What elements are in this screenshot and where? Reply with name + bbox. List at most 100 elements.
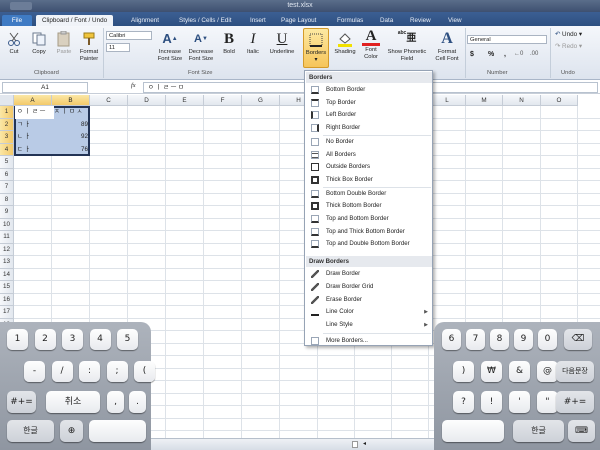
row-header[interactable]: 15 — [0, 281, 14, 294]
menu-item-top-border[interactable]: Top Border — [306, 97, 432, 109]
menu-item-more-borders[interactable]: More Borders... — [306, 335, 432, 347]
key[interactable]: ? — [453, 391, 474, 413]
cell-a1[interactable]: ㅇ ㅣ ㄹ ㅡ — [15, 106, 54, 119]
menu-item-thick-box-border[interactable]: Thick Box Border — [306, 174, 432, 186]
row-header[interactable]: 17 — [0, 306, 14, 319]
show-phonetic-field-button[interactable]: abc 亜 Show Phonetic Field — [384, 30, 430, 62]
undo-button[interactable]: ↶ Undo ▾ — [555, 31, 582, 38]
scroll-handle[interactable] — [352, 441, 358, 448]
key[interactable]: , — [107, 391, 124, 413]
key[interactable]: ! — [481, 391, 502, 413]
cell-b4[interactable]: 76 — [52, 144, 90, 157]
tab-view[interactable]: View — [448, 15, 462, 26]
key-space[interactable] — [442, 420, 504, 442]
key-symbols[interactable]: #+= — [556, 391, 594, 413]
format-cell-font-button[interactable]: A Format Cell Font — [432, 30, 462, 62]
row-header[interactable]: 1 — [0, 106, 14, 119]
menu-item-top-bottom-border[interactable]: Top and Bottom Border — [306, 213, 432, 225]
key[interactable]: 0 — [538, 329, 557, 350]
row-header[interactable]: 13 — [0, 256, 14, 269]
menu-item-line-style[interactable]: Line Style ▶ — [306, 319, 432, 331]
decimal-decrease-icon[interactable]: .00 — [530, 51, 538, 57]
key-language[interactable]: 한글 — [7, 420, 54, 442]
scroll-left-icon[interactable]: ◂ — [363, 440, 366, 447]
cell-b2[interactable]: 89 — [52, 119, 90, 132]
key[interactable]: . — [129, 391, 146, 413]
cell-a2[interactable]: ㄱ ㅏ — [15, 119, 53, 132]
increase-font-size-button[interactable]: A ▲ Increase Font Size — [155, 30, 185, 62]
menu-item-pencil[interactable]: Draw Border — [306, 268, 432, 280]
column-header[interactable]: L — [429, 95, 466, 106]
menu-item-outside-borders[interactable]: Outside Borders — [306, 161, 432, 173]
tab-page-layout[interactable]: Page Layout — [281, 15, 316, 26]
key-hide-keyboard[interactable]: ⌨ — [568, 420, 595, 442]
column-header[interactable]: N — [503, 95, 541, 106]
key-language[interactable]: 한글 — [513, 420, 564, 442]
decrease-font-size-button[interactable]: A ▼ Decrease Font Size — [186, 30, 216, 62]
row-header[interactable]: 14 — [0, 268, 14, 281]
borders-button[interactable]: Borders ▾ — [303, 28, 329, 68]
key[interactable]: & — [509, 361, 530, 382]
percent-button[interactable]: % — [488, 51, 494, 58]
cell-b1[interactable]: ㅈ ㅣ ㅁ ㅅ — [52, 106, 92, 119]
select-all-corner[interactable] — [0, 95, 14, 106]
menu-item-line-color[interactable]: Line Color ▶ — [306, 306, 432, 318]
menu-item-bottom-border[interactable]: Bottom Border — [306, 84, 432, 96]
row-header[interactable]: 2 — [0, 118, 14, 131]
key[interactable]: - — [24, 361, 45, 382]
key[interactable]: ) — [453, 361, 474, 382]
key[interactable]: @ — [537, 361, 558, 382]
tab-file[interactable]: File — [2, 15, 32, 26]
key-cancel[interactable]: 취소 — [46, 391, 100, 413]
key-symbols[interactable]: #+= — [7, 391, 36, 413]
tab-insert[interactable]: Insert — [250, 15, 266, 26]
key[interactable]: 8 — [490, 329, 509, 350]
shading-button[interactable]: Shading — [331, 30, 359, 56]
tab-formulas[interactable]: Formulas — [337, 15, 363, 26]
key-space[interactable] — [89, 420, 146, 442]
column-header[interactable]: B — [52, 95, 90, 106]
column-header[interactable]: A — [14, 95, 52, 106]
key-backspace[interactable]: ⌫ — [564, 329, 592, 350]
comma-button[interactable]: , — [504, 51, 506, 58]
column-header[interactable]: D — [128, 95, 166, 106]
menu-item-top-double-bottom-border[interactable]: Top and Double Bottom Border — [306, 238, 432, 250]
font-color-button[interactable]: A Font Color — [360, 29, 382, 60]
menu-item-pencil-grid[interactable]: Draw Border Grid — [306, 281, 432, 293]
tab-clipboard-font-undo[interactable]: Clipboard / Font / Undo — [36, 15, 114, 26]
menu-item-right-border[interactable]: Right Border — [306, 122, 432, 134]
key[interactable]: " — [537, 391, 558, 413]
key[interactable]: 6 — [442, 329, 461, 350]
menu-item-left-border[interactable]: Left Border — [306, 109, 432, 121]
column-header[interactable]: O — [541, 95, 578, 106]
row-header[interactable]: 10 — [0, 218, 14, 231]
key[interactable]: ' — [509, 391, 530, 413]
key[interactable]: 5 — [117, 329, 138, 350]
paste-button[interactable]: Paste — [53, 30, 75, 56]
redo-button[interactable]: ↷ Redo ▾ — [555, 43, 582, 50]
underline-button[interactable]: U Underline — [266, 30, 298, 56]
key[interactable]: 2 — [34, 329, 56, 350]
key[interactable]: 4 — [89, 329, 111, 350]
column-header[interactable]: M — [466, 95, 503, 106]
currency-button[interactable]: $ — [470, 51, 474, 58]
row-header[interactable]: 11 — [0, 231, 14, 244]
row-header[interactable]: 4 — [0, 143, 14, 156]
key[interactable]: ( — [134, 361, 155, 382]
cell-b3[interactable]: 92 — [52, 131, 90, 144]
copy-button[interactable]: Copy — [28, 30, 50, 56]
menu-item-no-border[interactable]: No Border — [306, 136, 432, 148]
cell-a3[interactable]: ㄴ ㅏ — [15, 131, 53, 144]
row-header[interactable]: 7 — [0, 181, 14, 194]
tab-alignment[interactable]: Alignment — [131, 15, 159, 26]
key[interactable]: 3 — [62, 329, 83, 350]
name-box[interactable]: A1 — [2, 82, 88, 93]
column-header[interactable]: F — [204, 95, 242, 106]
key[interactable]: ; — [106, 361, 128, 382]
cell-a4[interactable]: ㄷ ㅏ — [15, 144, 53, 157]
italic-button[interactable]: I Italic — [242, 30, 264, 56]
column-header[interactable]: E — [166, 95, 204, 106]
font-name-dropdown[interactable]: Calibri — [106, 31, 152, 40]
row-header[interactable]: 5 — [0, 156, 14, 169]
number-format-dropdown[interactable]: General — [467, 35, 547, 44]
